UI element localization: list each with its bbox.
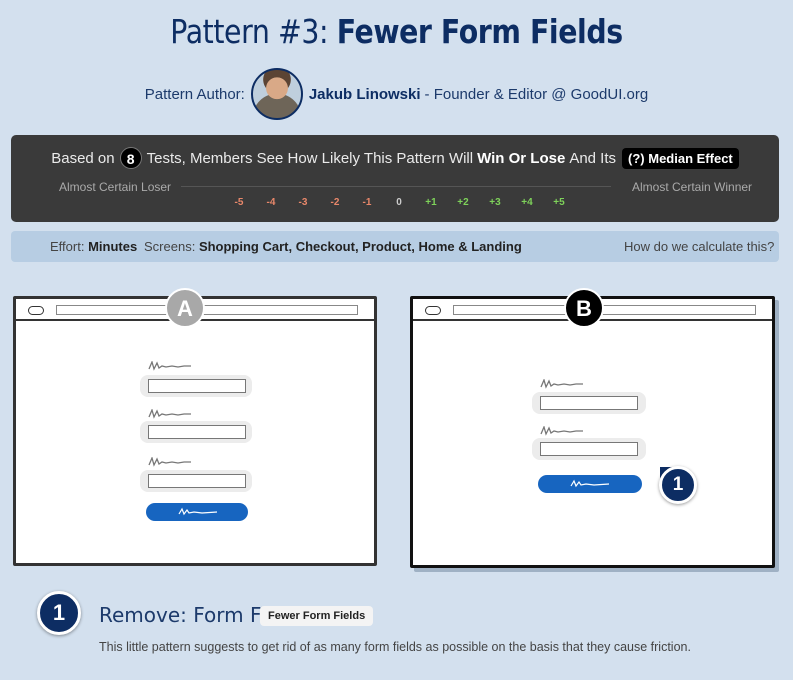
meta-bar: Effort: Minutes Screens: Shopping Cart, …: [11, 231, 779, 262]
summary-line: Based on 8 Tests, Members See How Likely…: [11, 147, 779, 169]
form-field: [540, 442, 638, 456]
tick-label: +1: [425, 197, 437, 208]
change-number-badge: 1: [37, 591, 81, 635]
squiggle-button-icon: [570, 479, 610, 488]
squiggle-label-icon: [540, 426, 583, 436]
tests-count-badge: 8: [119, 147, 142, 169]
win-or-lose-text: Win Or Lose: [477, 149, 566, 167]
scale-ticks: -5 -4 -3 -2 -1 0 +1 +2 +3 +4 +5: [223, 197, 575, 208]
scale-right-label: Almost Certain Winner: [632, 180, 753, 194]
squiggle-label-icon: [148, 409, 191, 419]
tick-label: -1: [362, 197, 372, 208]
form-field: [540, 396, 638, 410]
form-field: [148, 425, 246, 439]
title-prefix: Pattern #3:: [170, 12, 329, 51]
squiggle-label-icon: [540, 379, 583, 389]
screens-label: Screens:: [144, 239, 196, 254]
tick-label: +4: [521, 197, 533, 208]
tick-label: +2: [457, 197, 469, 208]
change-marker-badge[interactable]: 1: [659, 466, 697, 504]
author-label: Pattern Author:: [144, 85, 245, 103]
effort-label: Effort:: [50, 239, 85, 254]
tick-label: -5: [234, 197, 244, 208]
avatar: [250, 68, 303, 120]
scale-left-label: Almost Certain Loser: [59, 180, 172, 194]
variant-b-badge: B: [564, 288, 604, 328]
tick-label: -2: [330, 197, 340, 208]
and-its-text: And Its: [569, 149, 617, 167]
variant-a-mockup: [13, 296, 377, 566]
effort-value: Minutes: [88, 239, 138, 254]
tick-label: 0: [396, 197, 402, 208]
pattern-tag[interactable]: Fewer Form Fields: [260, 606, 374, 626]
form-field: [148, 379, 246, 393]
author-line: Pattern Author: Jakub Linowski - Founder…: [0, 68, 793, 120]
title-name: Fewer Form Fields: [336, 12, 623, 51]
browser-dot-icon: [425, 306, 441, 315]
effect-panel: Based on 8 Tests, Members See How Likely…: [11, 135, 779, 222]
summary-middle-text: Tests, Members See How Likely This Patte…: [146, 149, 474, 167]
tick-label: -4: [266, 197, 276, 208]
form-field: [148, 474, 246, 488]
median-effect-button[interactable]: (?) Median Effect: [622, 147, 739, 169]
tick-label: +5: [553, 197, 565, 208]
screens-info: Screens: Shopping Cart, Checkout, Produc…: [144, 239, 522, 254]
based-on-text: Based on: [51, 149, 115, 167]
scale-line: [181, 186, 611, 187]
variant-a-badge: A: [165, 288, 205, 328]
author-name[interactable]: Jakub Linowski: [309, 86, 421, 103]
url-bar: [56, 305, 358, 315]
change-description: This little pattern suggests to get rid …: [99, 640, 691, 654]
screens-value: Shopping Cart, Checkout, Product, Home &…: [198, 239, 522, 254]
squiggle-label-icon: [148, 361, 191, 371]
effort-info: Effort: Minutes: [50, 239, 137, 254]
tick-label: +3: [489, 197, 501, 208]
tick-label: -3: [298, 197, 308, 208]
variant-b-mockup: [410, 296, 775, 568]
submit-button-sketch: [538, 475, 642, 493]
how-calculate-link[interactable]: How do we calculate this?: [624, 239, 774, 254]
author-role: - Founder & Editor @ GoodUI.org: [424, 85, 649, 103]
submit-button-sketch: [146, 503, 248, 521]
url-bar: [453, 305, 756, 315]
squiggle-label-icon: [148, 457, 191, 467]
squiggle-button-icon: [178, 507, 218, 516]
browser-dot-icon: [28, 306, 44, 315]
page-title: Pattern #3: Fewer Form Fields: [56, 12, 738, 51]
